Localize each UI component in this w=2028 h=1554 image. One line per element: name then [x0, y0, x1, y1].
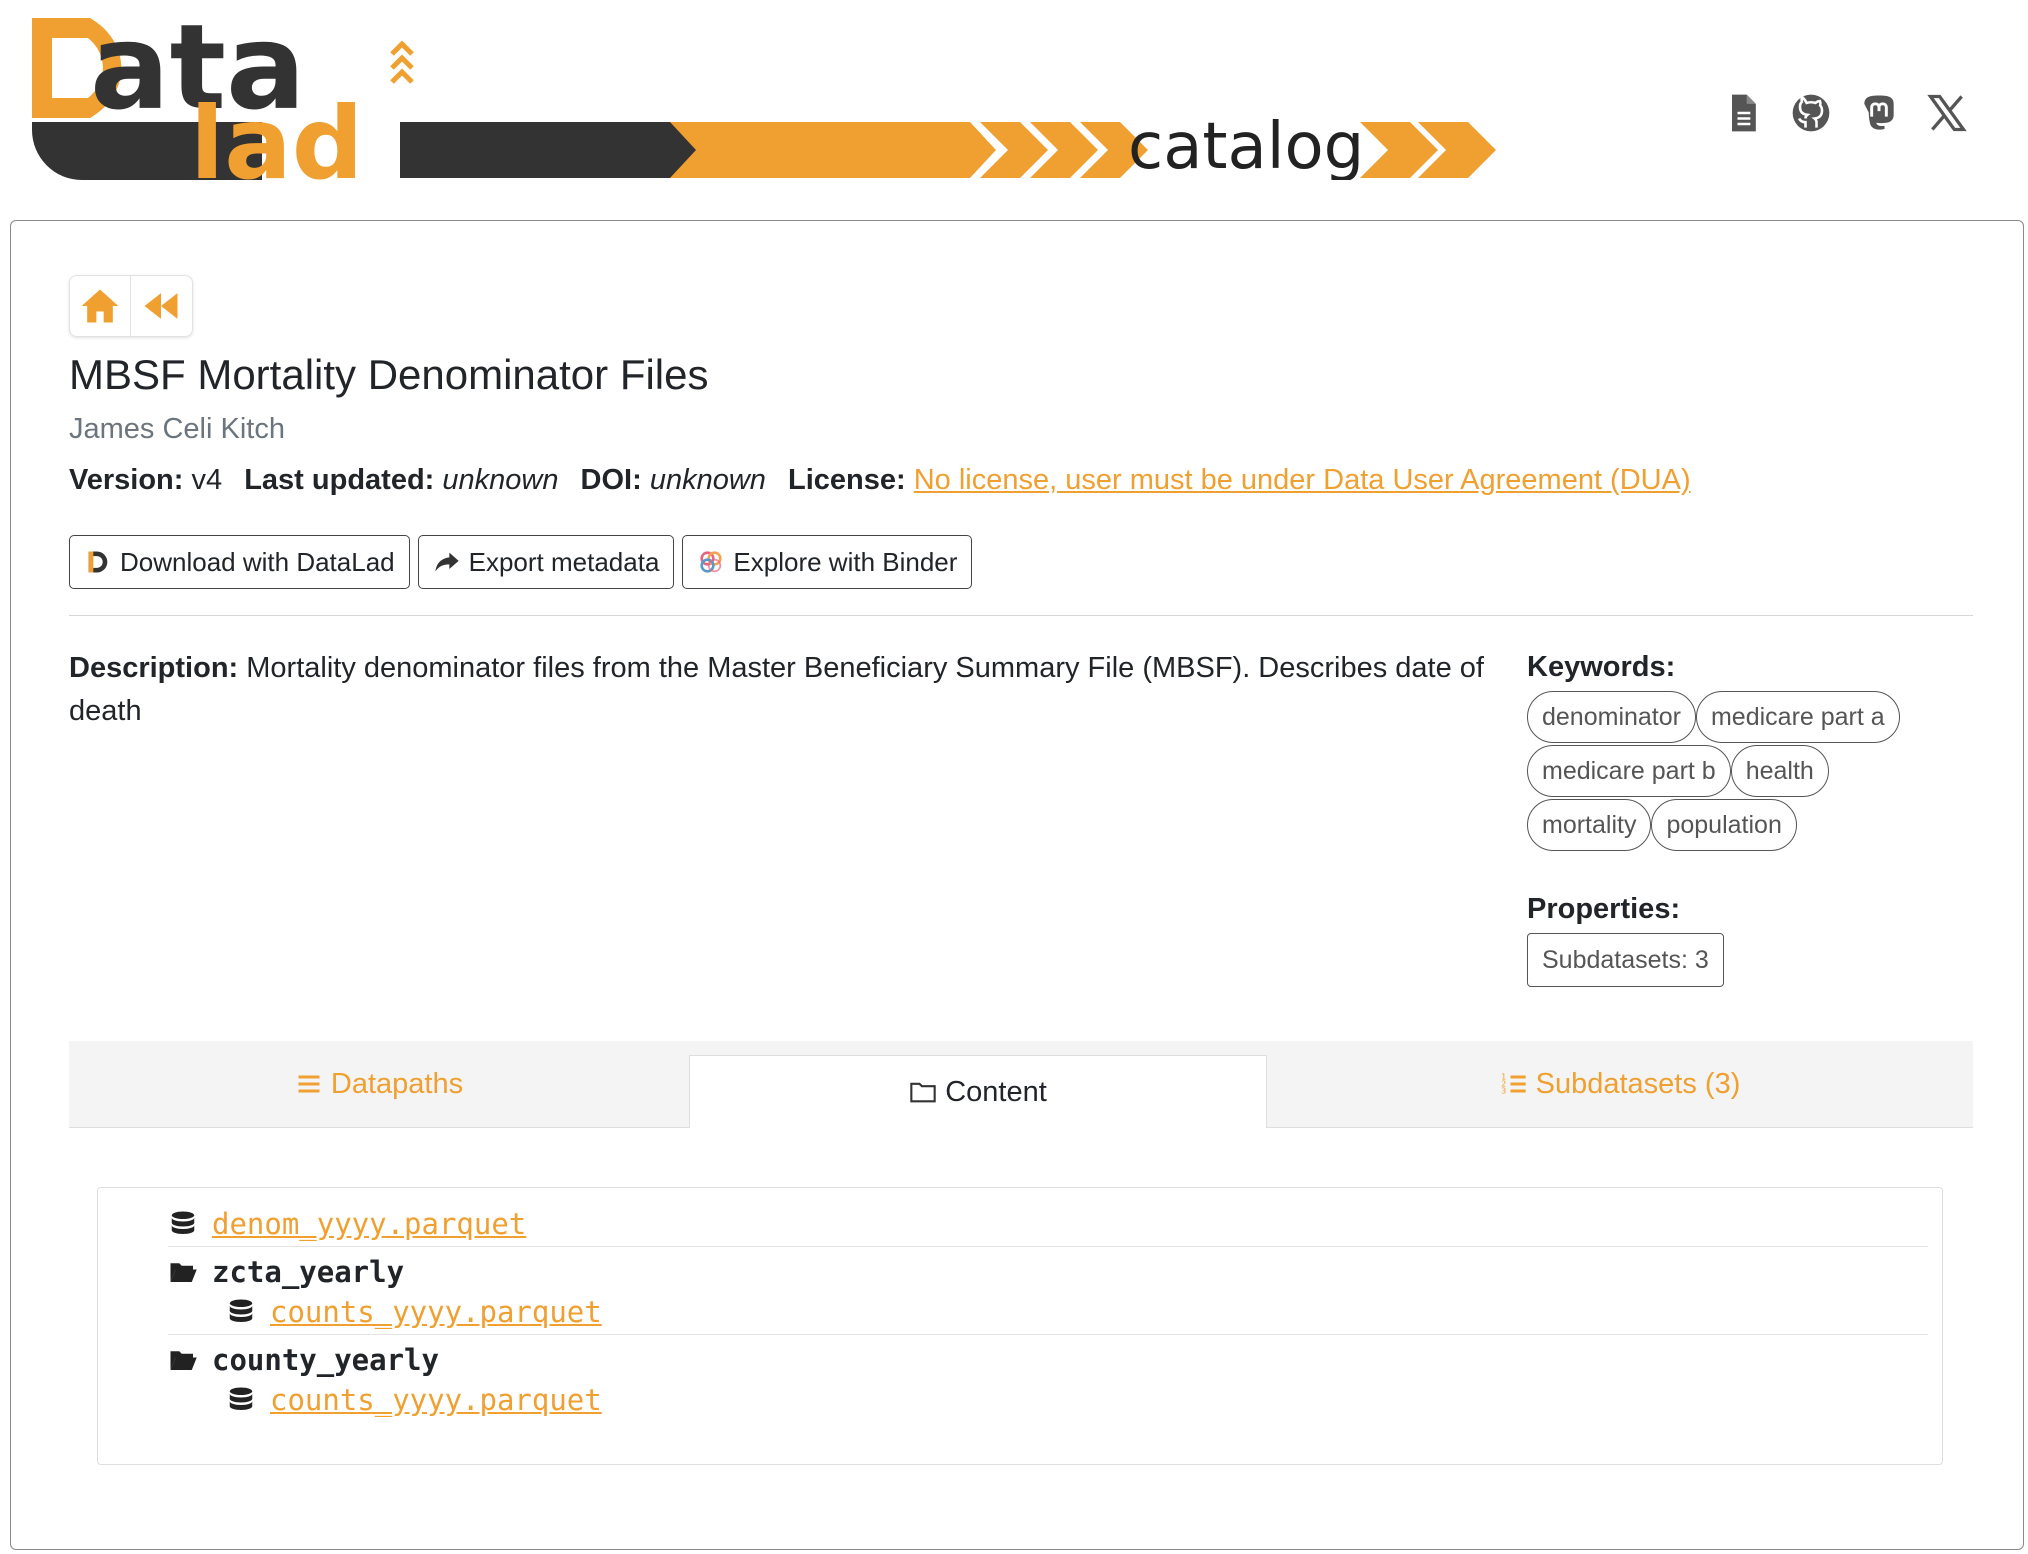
description-text: Mortality denominator files from the Mas…: [69, 652, 1484, 727]
home-icon: [81, 289, 119, 323]
tab-content-label: Content: [945, 1075, 1047, 1108]
keyword-list: denominator medicare part a medicare par…: [1527, 691, 1947, 851]
download-datalad-button[interactable]: Download with DataLad: [69, 535, 410, 589]
keywords-label: Keywords:: [1527, 651, 1676, 683]
database-icon: [229, 1299, 253, 1322]
export-metadata-button[interactable]: Export metadata: [417, 535, 675, 589]
backward-icon: [144, 293, 178, 319]
list-item: counts_yyyy.parquet: [226, 1378, 602, 1422]
keyword-chip[interactable]: denominator: [1527, 691, 1696, 743]
ordered-list-icon: 123: [1501, 1071, 1526, 1095]
file-link[interactable]: counts_yyyy.parquet: [270, 1295, 602, 1329]
properties-label: Properties:: [1527, 893, 1681, 925]
description-label: Description:: [69, 652, 239, 684]
dataset-card: MBSF Mortality Denominator Files James C…: [10, 220, 2024, 1550]
action-buttons: Download with DataLad Export metadata Ex…: [69, 535, 973, 589]
row-divider: [168, 1334, 1928, 1335]
keyword-chip[interactable]: population: [1651, 799, 1797, 851]
doi-value: unknown: [649, 464, 766, 496]
subdatasets-property: Subdatasets: 3: [1527, 933, 1724, 987]
back-button[interactable]: [130, 276, 191, 336]
social-links: [1720, 90, 1970, 136]
tab-bar: Datapaths Content 123 Subdatasets (3): [69, 1041, 1973, 1128]
dataset-description: Description: Mortality denominator files…: [69, 647, 1499, 733]
section-divider: [69, 615, 1973, 616]
datalad-icon: [88, 551, 108, 573]
nav-button-group: [69, 275, 193, 337]
version-value: v4: [191, 464, 223, 496]
content-tree: denom_yyyy.parquet zcta_yearly counts_yy…: [97, 1187, 1943, 1465]
updated-label: Last updated:: [244, 464, 435, 496]
svg-text:catalog: catalog: [1128, 110, 1364, 180]
folder-name: zcta_yearly: [212, 1255, 405, 1289]
dataset-meta: Version: v4 Last updated: unknown DOI: u…: [69, 464, 1691, 497]
site-header: ata lad catalog: [0, 0, 2028, 215]
tab-content[interactable]: Content: [689, 1055, 1267, 1128]
updated-value: unknown: [442, 464, 559, 496]
binder-icon: [700, 551, 723, 573]
binder-label: Explore with Binder: [733, 546, 958, 577]
folder-name: county_yearly: [212, 1343, 439, 1377]
dataset-author: James Celi Kitch: [69, 413, 285, 445]
share-icon: [434, 552, 459, 572]
list-item: denom_yyyy.parquet: [168, 1202, 526, 1246]
svg-text:lad: lad: [190, 85, 363, 180]
version-label: Version:: [69, 464, 184, 496]
keyword-chip[interactable]: health: [1730, 745, 1829, 797]
database-icon: [229, 1387, 253, 1410]
database-icon: [171, 1211, 195, 1234]
doi-label: DOI:: [580, 464, 642, 496]
folder-open-icon: [170, 1351, 197, 1370]
keyword-chip[interactable]: medicare part b: [1527, 745, 1731, 797]
list-item: counts_yyyy.parquet: [226, 1290, 602, 1334]
tab-subdatasets-label: Subdatasets (3): [1535, 1067, 1741, 1100]
file-link[interactable]: counts_yyyy.parquet: [270, 1383, 602, 1417]
folder-icon: [910, 1082, 936, 1103]
tab-datapaths-label: Datapaths: [330, 1067, 464, 1100]
folder-open-icon: [170, 1263, 197, 1282]
keyword-chip[interactable]: medicare part a: [1695, 691, 1900, 743]
svg-text:3: 3: [1501, 1085, 1506, 1095]
license-label: License:: [787, 464, 906, 496]
license-link[interactable]: No license, user must be under Data User…: [914, 464, 1691, 496]
list-icon: [298, 1075, 320, 1093]
download-label: Download with DataLad: [120, 546, 395, 577]
list-item[interactable]: zcta_yearly: [168, 1250, 404, 1294]
x-icon[interactable]: [1924, 90, 1970, 136]
list-item[interactable]: county_yearly: [168, 1338, 439, 1382]
datalad-catalog-logo[interactable]: ata lad catalog: [30, 10, 1510, 180]
row-divider: [168, 1246, 1928, 1247]
keyword-chip[interactable]: mortality: [1527, 799, 1652, 851]
logo-graphic: ata lad catalog: [32, 10, 1496, 180]
document-icon[interactable]: [1720, 90, 1766, 136]
dataset-title: MBSF Mortality Denominator Files: [69, 351, 709, 398]
tab-subdatasets[interactable]: 123 Subdatasets (3): [1267, 1041, 1973, 1127]
home-button[interactable]: [70, 276, 130, 336]
file-link[interactable]: denom_yyyy.parquet: [212, 1207, 526, 1241]
tab-datapaths[interactable]: Datapaths: [69, 1041, 689, 1127]
github-icon[interactable]: [1788, 90, 1834, 136]
explore-binder-button[interactable]: Explore with Binder: [682, 535, 973, 589]
export-label: Export metadata: [468, 546, 660, 577]
mastodon-icon[interactable]: [1856, 90, 1902, 136]
sidebar-info: Keywords: denominator medicare part a me…: [1527, 647, 1947, 987]
